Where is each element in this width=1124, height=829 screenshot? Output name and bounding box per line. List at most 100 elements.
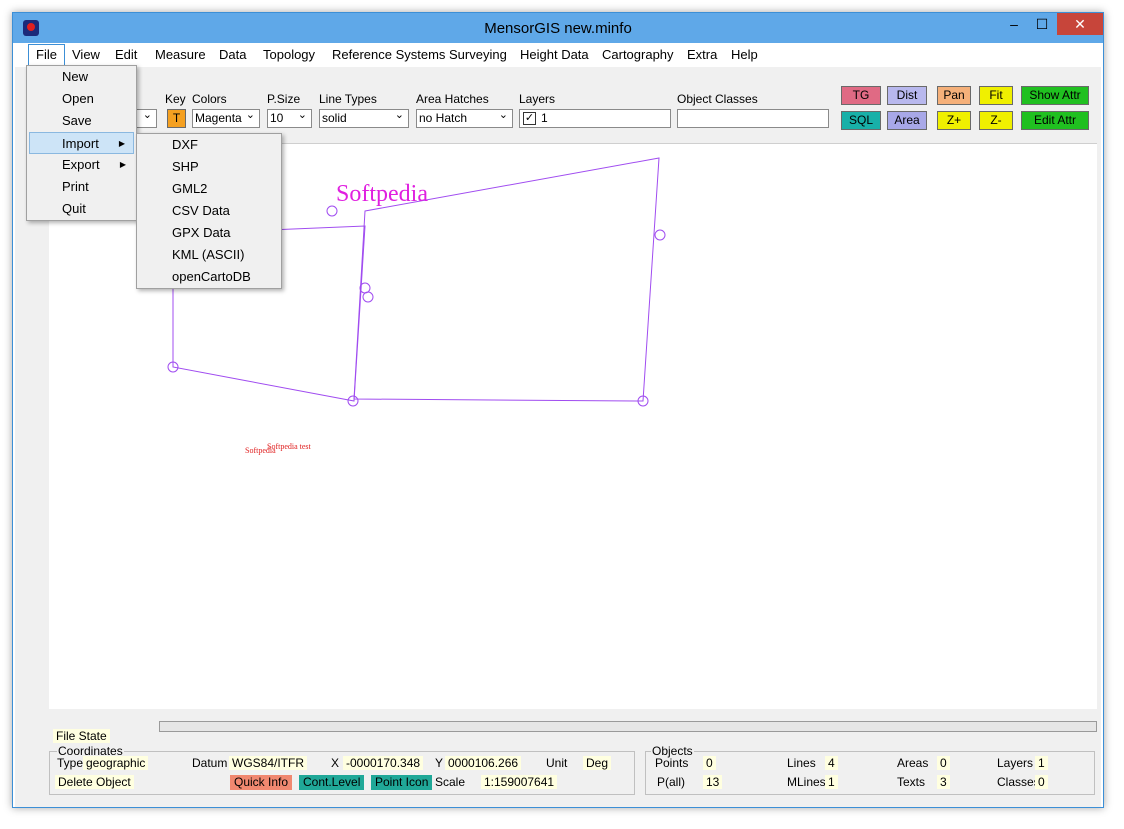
quick-info-button[interactable]: Quick Info bbox=[230, 775, 293, 790]
menu-print[interactable]: Print bbox=[62, 176, 89, 198]
layers-checkbox[interactable]: ✓ bbox=[523, 112, 536, 125]
layers-value: 1 bbox=[541, 111, 548, 125]
type-label: Type bbox=[57, 756, 84, 770]
submenu-arrow-icon: ▶ bbox=[118, 139, 125, 148]
map-vertex bbox=[326, 205, 338, 217]
lines-label: Lines bbox=[787, 756, 816, 770]
file-state-progress bbox=[159, 721, 1097, 732]
maximize-button[interactable]: ☐ bbox=[1029, 13, 1055, 35]
file-dropdown: New Open Save Import ▶ Export ▶ Print Qu… bbox=[26, 65, 137, 221]
menu-export-label: Export bbox=[62, 157, 100, 172]
menu-topology[interactable]: Topology bbox=[263, 47, 315, 62]
unit-label: Unit bbox=[546, 756, 568, 770]
menu-extra[interactable]: Extra bbox=[687, 47, 717, 62]
minimize-button[interactable]: – bbox=[1001, 13, 1027, 35]
file-state-label: File State bbox=[53, 729, 110, 743]
fit-button[interactable]: Fit bbox=[979, 86, 1013, 105]
type-value: geographic bbox=[83, 756, 149, 770]
import-kml[interactable]: KML (ASCII) bbox=[172, 244, 244, 266]
key-button[interactable]: T bbox=[167, 109, 186, 128]
pall-value: 13 bbox=[703, 775, 723, 789]
menu-save[interactable]: Save bbox=[62, 110, 92, 132]
zoom-in-button[interactable]: Z+ bbox=[937, 111, 971, 130]
window-title: MensorGIS new.minfo bbox=[484, 20, 632, 37]
menu-open[interactable]: Open bbox=[62, 88, 94, 110]
menu-cartography[interactable]: Cartography bbox=[602, 47, 674, 62]
import-submenu: DXF SHP GML2 CSV Data GPX Data KML (ASCI… bbox=[136, 133, 282, 289]
close-button[interactable]: ✕ bbox=[1057, 13, 1103, 35]
menu-import-label: Import bbox=[62, 136, 99, 151]
map-label-softpedia-test: Softpedia test bbox=[267, 442, 312, 451]
points-label: Points bbox=[655, 756, 689, 770]
menu-measure[interactable]: Measure bbox=[155, 47, 206, 62]
x-label: X bbox=[331, 756, 340, 770]
menu-help[interactable]: Help bbox=[731, 47, 758, 62]
menu-quit[interactable]: Quit bbox=[62, 198, 86, 220]
colors-select[interactable]: Magenta bbox=[192, 107, 260, 128]
line-types-select[interactable]: solid bbox=[319, 107, 409, 128]
map-vertex bbox=[362, 291, 374, 303]
layers-count-value: 1 bbox=[1035, 756, 1048, 770]
psize-select[interactable]: 10 bbox=[267, 107, 312, 128]
import-shp[interactable]: SHP bbox=[172, 156, 199, 178]
object-classes-input[interactable] bbox=[677, 109, 829, 128]
line-types-label: Line Types bbox=[319, 92, 377, 106]
map-label-softpedia: Softpedia bbox=[336, 181, 428, 207]
datum-label: Datum bbox=[192, 756, 228, 770]
import-opencartodb[interactable]: openCartoDB bbox=[172, 266, 251, 288]
areas-label: Areas bbox=[897, 756, 929, 770]
menu-new[interactable]: New bbox=[62, 66, 88, 88]
mlines-label: MLines bbox=[787, 775, 826, 789]
pan-button[interactable]: Pan bbox=[937, 86, 971, 105]
y-label: Y bbox=[435, 756, 444, 770]
pall-label: P(all) bbox=[657, 775, 686, 789]
submenu-arrow-icon: ▶ bbox=[119, 160, 126, 169]
area-hatches-label: Area Hatches bbox=[416, 92, 489, 106]
area-hatches-select[interactable]: no Hatch bbox=[416, 107, 513, 128]
menu-data[interactable]: Data bbox=[219, 47, 246, 62]
import-gml2[interactable]: GML2 bbox=[172, 178, 207, 200]
point-icon-button[interactable]: Point Icon bbox=[371, 775, 433, 790]
sql-button[interactable]: SQL bbox=[841, 111, 881, 130]
layers-label: Layers bbox=[519, 92, 556, 106]
area-button[interactable]: Area bbox=[887, 111, 927, 130]
menu-export[interactable]: Export ▶ bbox=[29, 154, 134, 176]
menu-bar: File View Edit Measure Data Topology Ref… bbox=[13, 43, 1103, 67]
cont-level-button[interactable]: Cont.Level bbox=[299, 775, 365, 790]
menu-reference-systems[interactable]: Reference Systems bbox=[332, 47, 445, 62]
menu-height-data[interactable]: Height Data bbox=[520, 47, 589, 62]
map-vertex bbox=[654, 229, 666, 241]
lines-value: 4 bbox=[825, 756, 838, 770]
zoom-out-button[interactable]: Z- bbox=[979, 111, 1013, 130]
datum-value: WGS84/ITFR bbox=[229, 756, 308, 770]
unit-value: Deg bbox=[583, 756, 612, 770]
delete-object-button[interactable]: Delete Object bbox=[55, 775, 134, 789]
import-gpx[interactable]: GPX Data bbox=[172, 222, 231, 244]
scale-value: 1:159007641 bbox=[481, 775, 558, 789]
object-classes-label: Object Classes bbox=[677, 92, 758, 106]
areas-value: 0 bbox=[937, 756, 950, 770]
tg-button[interactable]: TG bbox=[841, 86, 881, 105]
scale-label: Scale bbox=[435, 775, 466, 789]
psize-label: P.Size bbox=[267, 92, 301, 106]
layers-field[interactable]: ✓ 1 bbox=[519, 109, 671, 128]
texts-label: Texts bbox=[897, 775, 926, 789]
import-dxf[interactable]: DXF bbox=[172, 134, 198, 156]
import-csv[interactable]: CSV Data bbox=[172, 200, 230, 222]
menu-surveying[interactable]: Surveying bbox=[449, 47, 507, 62]
y-value: 0000106.266 bbox=[445, 756, 522, 770]
layers-count-label: Layers bbox=[997, 756, 1034, 770]
menu-file[interactable]: File bbox=[28, 44, 65, 66]
menu-view[interactable]: View bbox=[72, 47, 100, 62]
points-value: 0 bbox=[703, 756, 716, 770]
classes-value: 0 bbox=[1035, 775, 1048, 789]
app-window: MensorGIS new.minfo – ☐ ✕ File View Edit… bbox=[12, 12, 1104, 808]
menu-edit[interactable]: Edit bbox=[115, 47, 137, 62]
dist-button[interactable]: Dist bbox=[887, 86, 927, 105]
menu-import[interactable]: Import ▶ bbox=[29, 132, 134, 154]
x-value: -0000170.348 bbox=[343, 756, 424, 770]
colors-label: Colors bbox=[192, 92, 227, 106]
show-attr-button[interactable]: Show Attr bbox=[1021, 86, 1089, 105]
edit-attr-button[interactable]: Edit Attr bbox=[1021, 111, 1089, 130]
title-bar[interactable]: MensorGIS new.minfo – ☐ ✕ bbox=[13, 13, 1103, 43]
